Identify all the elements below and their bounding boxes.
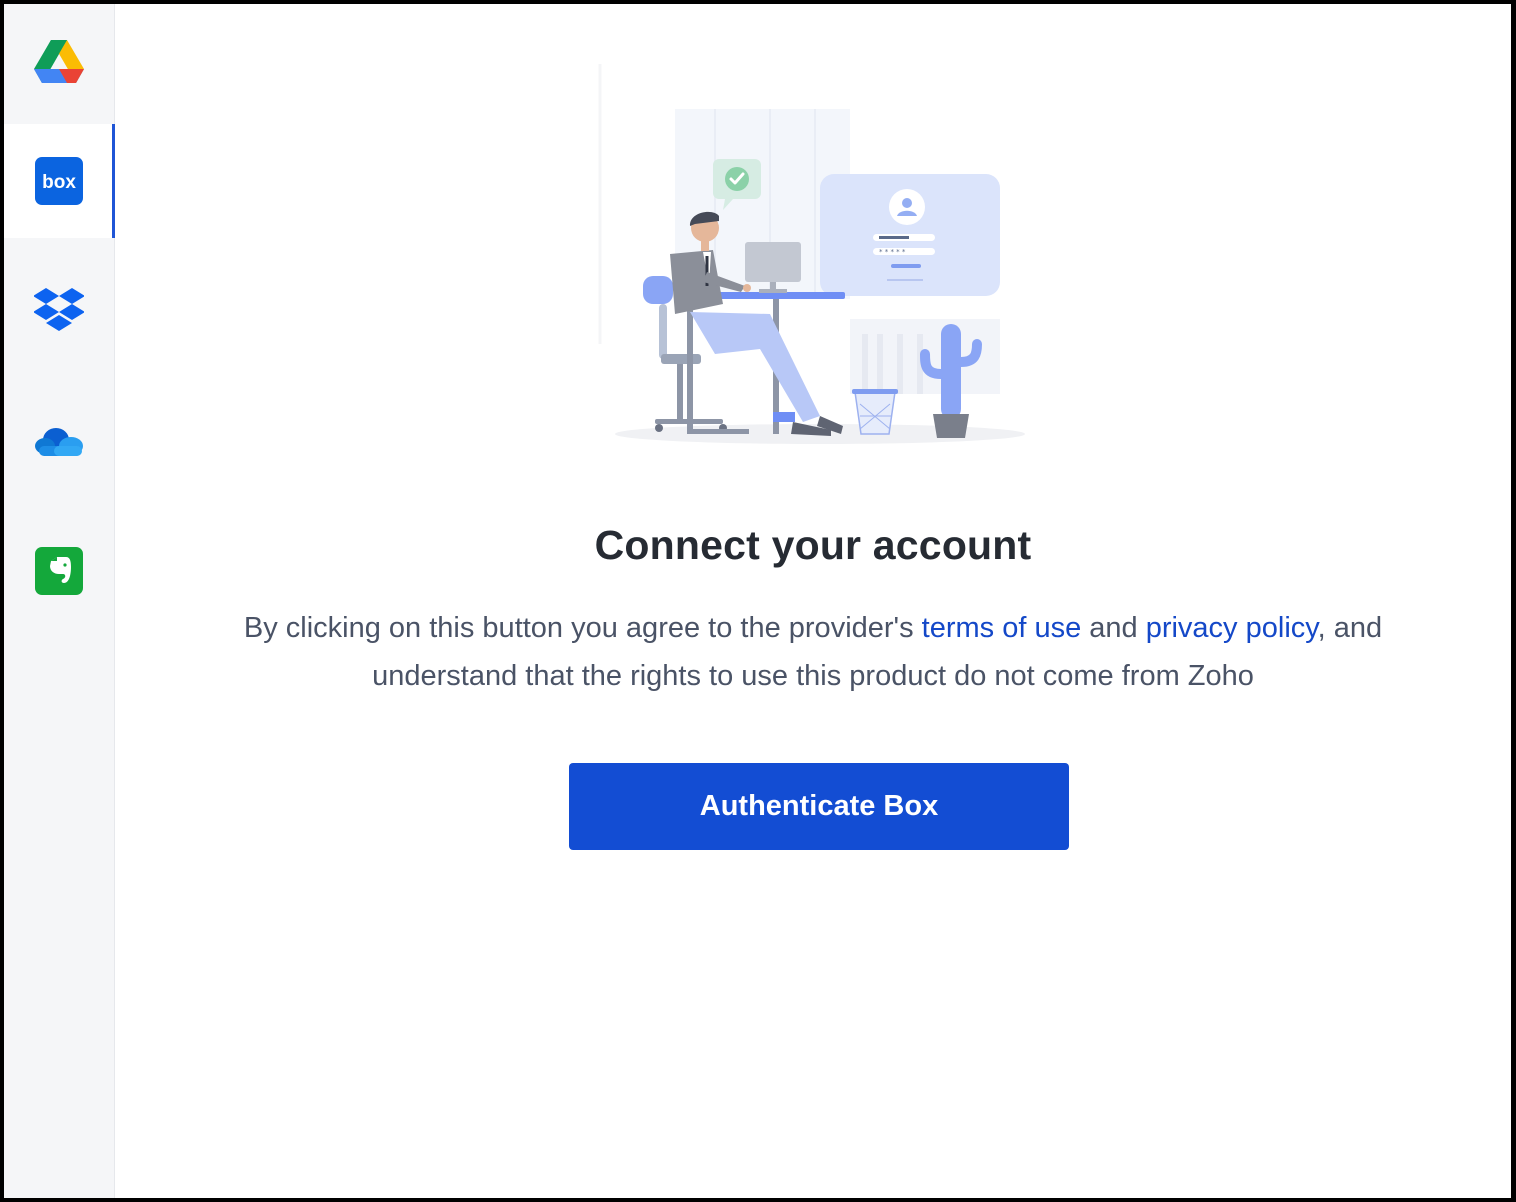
terms-of-use-link[interactable]: terms of use [922,612,1082,644]
app-frame: box * * * * * Connect your account By cl… [4,4,1511,1198]
sidebar-item-onedrive[interactable] [4,384,114,498]
sidebar: box [4,4,115,1198]
sidebar-item-evernote[interactable] [4,514,114,628]
authenticate-box-button[interactable]: Authenticate Box [569,763,1069,850]
consent-text-1: By clicking on this button you agree to … [243,612,922,644]
sidebar-item-dropbox[interactable] [4,254,114,368]
connect-account-illustration: * * * * * [598,64,1025,444]
box-icon: box [35,157,83,205]
dropbox-icon [34,288,84,331]
main-content: * * * * * Connect your account By clicki… [115,4,1511,1198]
svg-text:* * * * *: * * * * * [879,248,906,256]
page-title: Connect your account [594,522,1032,568]
onedrive-icon [35,428,83,456]
consent-text-2: and [1081,612,1146,644]
sidebar-item-box[interactable]: box [4,124,115,238]
svg-text:box: box [42,172,76,193]
consent-description: By clicking on this button you agree to … [195,604,1431,700]
evernote-icon [35,547,83,595]
privacy-policy-link[interactable]: privacy policy [1146,612,1318,644]
google-drive-icon [34,40,84,83]
sidebar-item-google-drive[interactable] [4,4,114,118]
